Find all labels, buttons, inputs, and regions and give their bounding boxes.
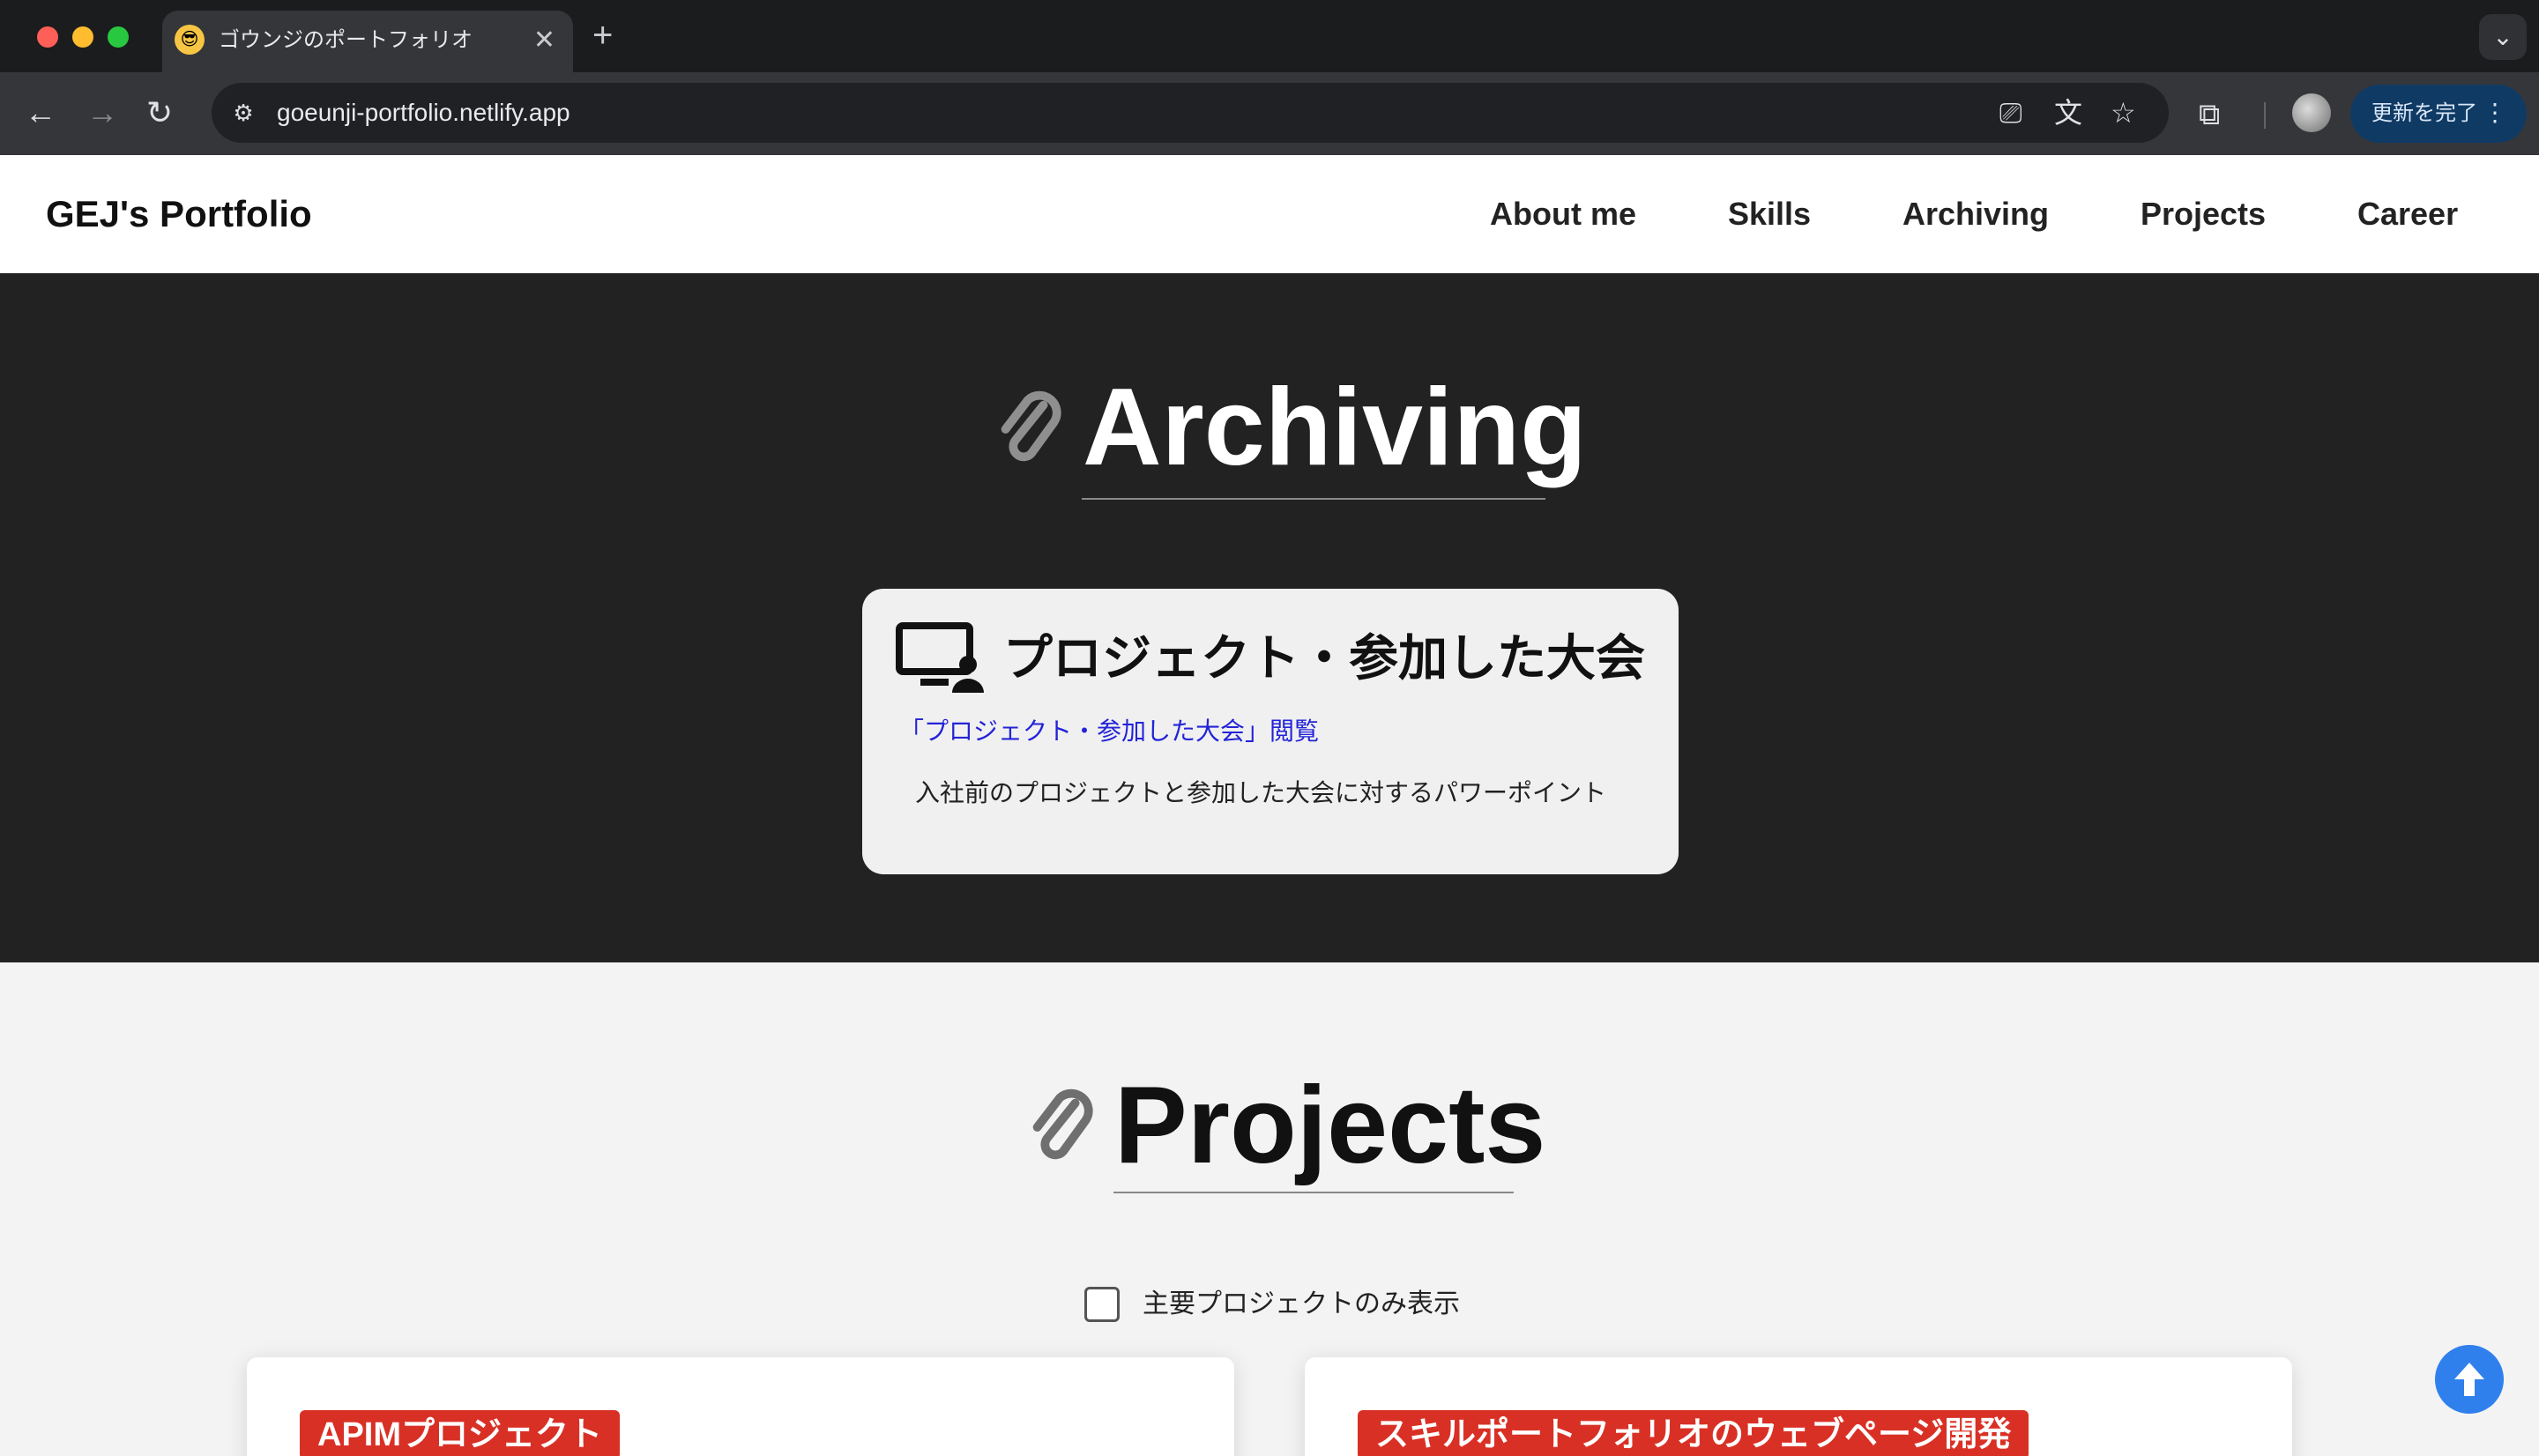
scroll-to-top-button[interactable] [2435, 1345, 2504, 1414]
reload-button[interactable]: ↻ [146, 92, 173, 134]
nav-archiving[interactable]: Archiving [1902, 194, 2049, 234]
project-card[interactable]: APIMプロジェクト [247, 1357, 1234, 1456]
back-button[interactable]: ← [25, 92, 56, 134]
archiving-card-link[interactable]: 「プロジェクト・参加した大会」閲覧 [899, 714, 1319, 749]
projects-section: Projects 主要プロジェクトのみ表示 APIMプロジェクト スキルポートフ… [0, 962, 2539, 1456]
site-info-icon[interactable]: ⚙ [227, 97, 259, 129]
main-projects-checkbox[interactable] [1084, 1287, 1120, 1322]
site-header: GEJ's Portfolio About me Skills Archivin… [0, 155, 2539, 273]
forward-button[interactable]: → [86, 92, 118, 134]
browser-toolbar: ← → ↻ ⚙ goeunji-portfolio.netlify.app ⎚ … [0, 72, 2539, 155]
archiving-title-underline [1082, 498, 1545, 500]
new-tab-button[interactable]: + [592, 16, 613, 55]
project-card[interactable]: スキルポートフォリオのウェブページ開発 [1305, 1357, 2292, 1456]
arrow-up-icon [2454, 1363, 2484, 1396]
projects-title: Projects [1114, 1065, 1546, 1186]
install-app-icon[interactable]: ⎚ [1999, 95, 2022, 130]
window-zoom-button[interactable] [108, 26, 129, 48]
tab-search-button[interactable]: ⌄ [2479, 14, 2527, 60]
browser-menu-icon[interactable]: ⋮ [2483, 97, 2507, 129]
url-text[interactable]: goeunji-portfolio.netlify.app [277, 97, 570, 129]
archiving-section: Archiving プロジェクト・参加した大会 「プロジェクト・参加した大会」閲… [0, 273, 2539, 962]
update-label: 更新を完了 [2371, 101, 2477, 125]
archiving-card-description: 入社前のプロジェクトと参加した大会に対するパワーポイント [915, 779, 1607, 806]
paperclip-icon [1001, 390, 1061, 462]
paperclip-icon [1032, 1088, 1093, 1160]
address-bar[interactable]: ⚙ goeunji-portfolio.netlify.app ⎚ 文 ☆ [212, 83, 2169, 143]
profile-avatar[interactable] [2292, 93, 2331, 132]
site-brand[interactable]: GEJ's Portfolio [46, 192, 312, 236]
extensions-icon[interactable]: ⧉ [2199, 97, 2220, 132]
archiving-card[interactable]: プロジェクト・参加した大会 「プロジェクト・参加した大会」閲覧 入社前のプロジェ… [862, 589, 1679, 874]
monitor-user-icon [896, 622, 984, 693]
nav-about-me[interactable]: About me [1490, 194, 1636, 234]
project-badge: スキルポートフォリオのウェブページ開発 [1358, 1410, 2029, 1456]
window-close-button[interactable] [37, 26, 58, 48]
archiving-title: Archiving [1083, 367, 1587, 488]
nav-skills[interactable]: Skills [1728, 194, 1811, 234]
tab-title: ゴウンジのポートフォリオ [219, 28, 473, 52]
project-badge: APIMプロジェクト [300, 1410, 621, 1456]
browser-tab-active[interactable]: 😎 ゴウンジのポートフォリオ ✕ [162, 11, 573, 72]
nav-projects[interactable]: Projects [2141, 194, 2266, 234]
window-minimize-button[interactable] [72, 26, 93, 48]
tab-favicon-icon: 😎 [175, 25, 205, 55]
browser-tabstrip: 😎 ゴウンジのポートフォリオ ✕ + ⌄ [0, 0, 2539, 72]
nav-career[interactable]: Career [2357, 194, 2458, 234]
main-projects-filter-label: 主要プロジェクトのみ表示 [1143, 1289, 1460, 1319]
tab-close-icon[interactable]: ✕ [533, 25, 555, 56]
update-button[interactable]: 更新を完了 ⋮ [2350, 85, 2527, 143]
bookmark-star-icon[interactable]: ☆ [2111, 95, 2136, 130]
archiving-card-heading: プロジェクト・参加した大会 [1003, 630, 1645, 686]
projects-title-underline [1113, 1192, 1514, 1193]
translate-icon[interactable]: 文 [2054, 95, 2082, 130]
toolbar-divider [2264, 102, 2266, 129]
